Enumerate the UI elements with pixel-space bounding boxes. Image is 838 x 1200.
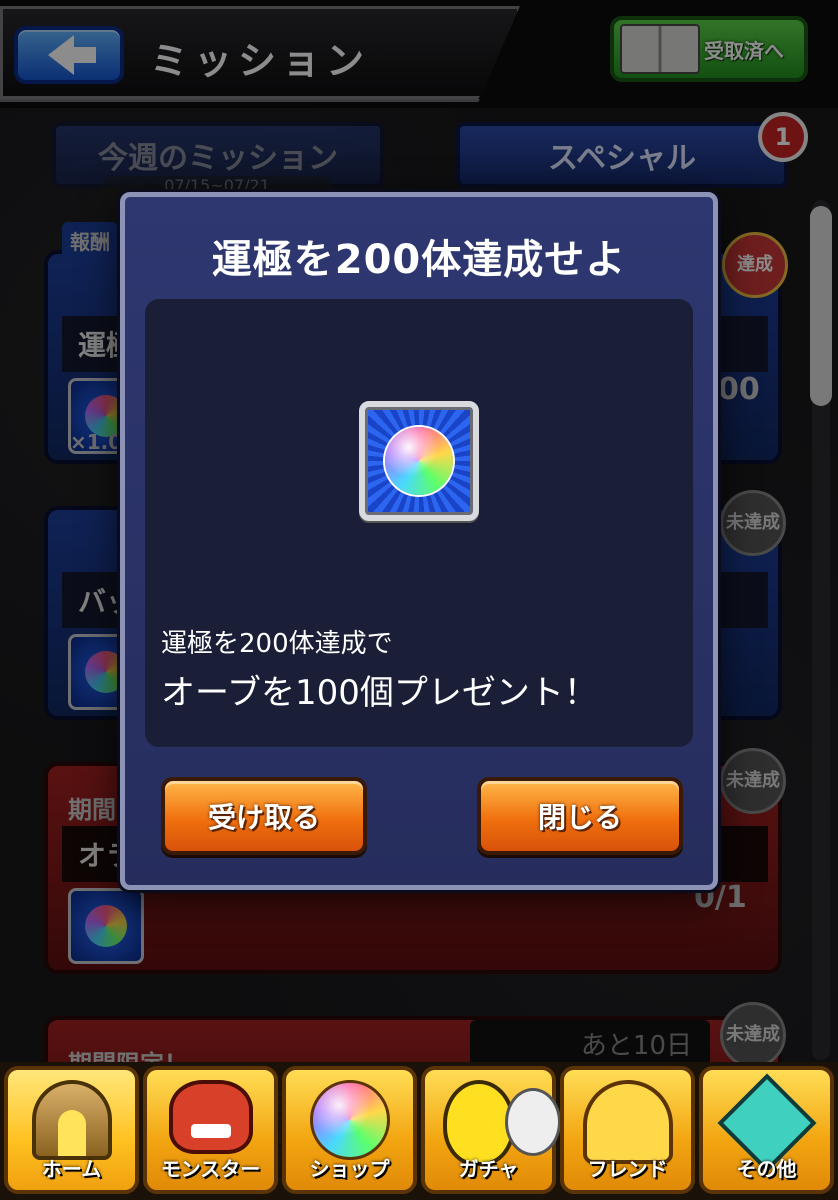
dialog-description-line2: オーブを100個プレゼント！ (161, 673, 598, 713)
monster-icon (168, 1080, 253, 1154)
close-button[interactable]: 閉じる (477, 777, 683, 855)
nav-shop[interactable]: ショップ (282, 1066, 417, 1194)
nav-monster[interactable]: モンスター (143, 1066, 278, 1194)
friends-icon (582, 1080, 673, 1164)
rainbow-orb-icon (385, 427, 453, 495)
nav-shop-label: ショップ (309, 1157, 390, 1181)
home-gate-icon (31, 1080, 112, 1160)
dialog-content-panel: 運極を200体達成で オーブを100個プレゼント！ (145, 299, 693, 747)
nav-other[interactable]: その他 (699, 1066, 834, 1194)
reward-frame (359, 401, 479, 521)
nav-gacha-label: ガチャ (458, 1157, 519, 1181)
nav-gacha[interactable]: ガチャ (421, 1066, 561, 1194)
receive-button[interactable]: 受け取る (161, 777, 367, 855)
nav-monster-label: モンスター (160, 1157, 261, 1181)
receive-label: 受け取る (207, 801, 320, 834)
mission-detail-dialog: 運極を200体達成せよ 運極を200体達成で オーブを100個プレゼント！ 受け… (120, 192, 718, 890)
nav-other-label: その他 (736, 1157, 797, 1181)
close-label: 閉じる (537, 801, 622, 834)
dialog-title: 運極を200体達成せよ (211, 237, 627, 283)
bottom-nav: ホーム モンスター ショップ ガチャ フレンド その他 (0, 1062, 838, 1200)
nav-friend-label: フレンド (587, 1157, 668, 1181)
nav-home-label: ホーム (41, 1157, 102, 1181)
nav-friend[interactable]: フレンド (560, 1066, 695, 1194)
dialog-description-line1: 運極を200体達成で (161, 629, 393, 659)
nav-home[interactable]: ホーム (4, 1066, 139, 1194)
orb-icon (309, 1080, 390, 1160)
